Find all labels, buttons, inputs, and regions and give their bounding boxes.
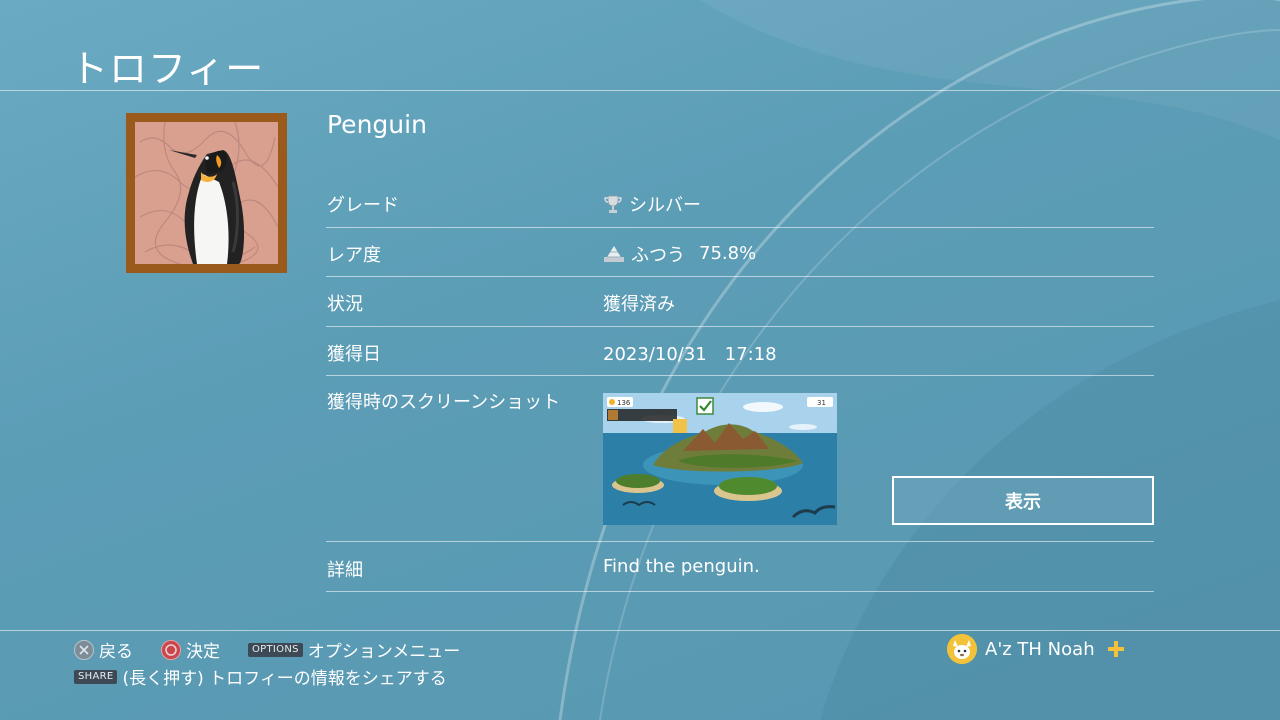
share-hint[interactable]: SHARE (長く押す) トロフィーの情報をシェアする bbox=[74, 664, 447, 689]
island-scene-image: 136 31 bbox=[603, 393, 837, 525]
detail-value: Find the penguin. bbox=[603, 556, 760, 577]
page-title: トロフィー bbox=[70, 47, 265, 91]
footer-divider bbox=[0, 630, 1280, 631]
options-hint[interactable]: OPTIONS オプションメニュー bbox=[248, 637, 460, 662]
rarity-pyramid-icon bbox=[604, 245, 624, 262]
user-profile[interactable]: A'z TH Noah bbox=[947, 634, 1125, 664]
cross-button-icon bbox=[74, 639, 94, 660]
trophy-info-table: グレード シルバー レア度 ふつう 75.8% 状況 獲得済み 獲得日 2023… bbox=[326, 178, 1154, 592]
grade-label: グレード bbox=[327, 195, 399, 216]
rarity-value: ふつう bbox=[631, 244, 685, 266]
detail-label: 詳細 bbox=[327, 560, 363, 581]
button-hints: 戻る 決定 OPTIONS オプションメニュー SHARE (長く押す) トロフ… bbox=[74, 636, 482, 690]
date-label: 獲得日 bbox=[327, 343, 381, 365]
date-value: 2023/10/31 17:18 bbox=[603, 343, 777, 365]
screenshot-label: 獲得時のスクリーンショット bbox=[327, 392, 561, 413]
grade-value: シルバー bbox=[629, 195, 701, 216]
options-key-icon: OPTIONS bbox=[248, 642, 303, 657]
back-hint[interactable]: 戻る bbox=[74, 637, 133, 662]
detail-row: 詳細 Find the penguin. bbox=[326, 542, 1154, 592]
share-label: (長く押す) トロフィーの情報をシェアする bbox=[122, 669, 447, 689]
options-label: オプションメニュー bbox=[307, 642, 461, 662]
back-label: 戻る bbox=[99, 642, 133, 662]
circle-button-icon bbox=[161, 639, 181, 660]
title-divider bbox=[0, 90, 1280, 91]
penguin-illustration bbox=[135, 122, 278, 264]
rarity-label: レア度 bbox=[327, 244, 381, 266]
share-key-icon: SHARE bbox=[74, 669, 118, 684]
trophy-image bbox=[126, 113, 287, 273]
silver-trophy-icon bbox=[604, 195, 622, 213]
user-name: A'z TH Noah bbox=[985, 638, 1095, 660]
status-row: 状況 獲得済み bbox=[326, 277, 1154, 327]
status-value: 獲得済み bbox=[603, 294, 675, 315]
rarity-row: レア度 ふつう 75.8% bbox=[326, 228, 1154, 277]
avatar bbox=[947, 634, 977, 664]
rarity-percent: 75.8% bbox=[699, 243, 757, 264]
date-row: 獲得日 2023/10/31 17:18 bbox=[326, 327, 1154, 376]
status-label: 状況 bbox=[327, 294, 363, 315]
view-screenshot-button[interactable]: 表示 bbox=[892, 476, 1154, 525]
confirm-label: 決定 bbox=[186, 642, 220, 662]
grade-value-group: シルバー bbox=[603, 191, 701, 217]
trophy-name: Penguin bbox=[327, 110, 427, 139]
ps-plus-icon bbox=[1107, 641, 1124, 657]
rarity-value-group: ふつう 75.8% bbox=[603, 241, 756, 267]
trophy-screenshot-thumbnail[interactable]: 136 31 bbox=[603, 393, 837, 525]
confirm-hint[interactable]: 決定 bbox=[161, 637, 220, 662]
hud-left-counter: 136 bbox=[617, 399, 631, 407]
grade-row: グレード シルバー bbox=[326, 178, 1154, 228]
hud-right-counter: 31 bbox=[817, 399, 826, 407]
